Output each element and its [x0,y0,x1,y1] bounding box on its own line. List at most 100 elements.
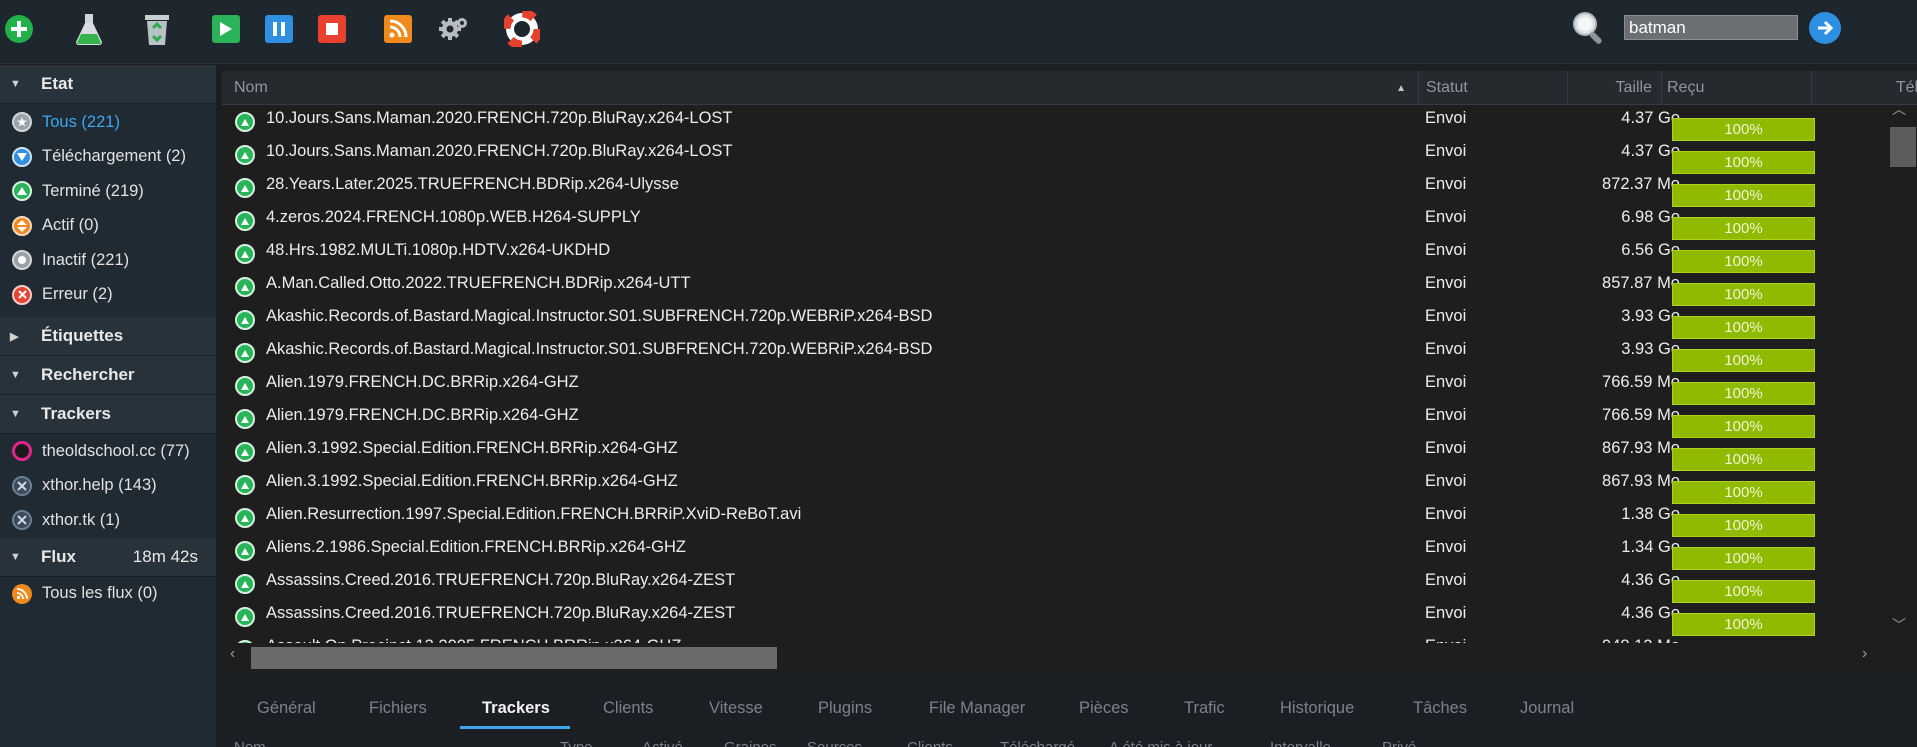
sidebar-item-complete[interactable]: Terminé (219) [0,174,216,209]
start-button[interactable] [207,10,245,48]
add-torrent-button[interactable] [0,10,38,48]
torrent-size: 872.37 Mo [1602,175,1680,193]
torrent-status: Envoi [1425,505,1467,523]
plus-circle-icon [5,15,33,43]
trackers-column-name[interactable]: Nom [234,739,266,747]
trackers-column-type[interactable]: Type [560,739,593,747]
table-row[interactable]: Alien.3.1992.Special.Edition.FRENCH.BRRi… [222,435,1880,471]
scroll-up-icon[interactable]: ︿ [1892,99,1906,119]
scroll-right-icon[interactable]: › [1862,645,1867,663]
complete-icon [12,181,32,202]
trackers-column-downloaded[interactable]: Téléchargé [1000,739,1075,747]
create-torrent-button[interactable] [70,10,108,48]
sidebar-item-error[interactable]: Erreur (2) [0,278,216,313]
sidebar-item-label: Actif (0) [42,216,99,235]
tab-tasks[interactable]: Tâches [1413,699,1467,718]
table-row[interactable]: A.Man.Called.Otto.2022.TRUEFRENCH.BDRip.… [222,270,1880,306]
vertical-scroll-thumb[interactable] [1890,127,1916,167]
sidebar-header-trackers[interactable]: ▼ Trackers [0,395,216,434]
torrent-status: Envoi [1425,472,1467,490]
sidebar-item-all-feeds[interactable]: Tous les flux (0) [0,577,216,612]
column-header-size[interactable]: Taille [1568,71,1662,105]
table-row[interactable]: 28.Years.Later.2025.TRUEFRENCH.BDRip.x26… [222,171,1880,207]
stop-button[interactable] [313,10,351,48]
table-row[interactable]: Alien.3.1992.Special.Edition.FRENCH.BRRi… [222,468,1880,504]
table-row[interactable]: Alien.Resurrection.1997.Special.Edition.… [222,501,1880,537]
table-row[interactable]: 10.Jours.Sans.Maman.2020.FRENCH.720p.Blu… [222,105,1880,141]
flask-icon [76,14,102,45]
tab-general[interactable]: Général [257,699,316,718]
settings-button[interactable] [435,10,473,48]
tab-file-manager[interactable]: File Manager [929,699,1025,718]
trackers-column-private[interactable]: Privé [1382,739,1416,747]
tab-history[interactable]: Historique [1280,699,1354,718]
sidebar-header-etat[interactable]: ▼ Etat [0,65,216,104]
trackers-column-updated[interactable]: A été mis à jour [1109,739,1212,747]
help-button[interactable] [503,10,541,48]
tab-trackers[interactable]: Trackers [482,699,550,718]
sidebar-item-tracker[interactable]: theoldschool.cc (77) [0,434,216,469]
column-header-received[interactable]: Reçu [1662,71,1812,105]
column-header-name[interactable]: Nom ▲ [222,71,1419,105]
scroll-left-icon[interactable]: ‹ [230,645,235,663]
table-row[interactable]: 4.zeros.2024.FRENCH.1080p.WEB.H264-SUPPL… [222,204,1880,240]
trackers-column-seeds[interactable]: Graines [724,739,777,747]
search-submit-button[interactable] [1809,12,1841,44]
column-header-status[interactable]: Statut [1419,71,1568,105]
remove-torrent-button[interactable] [138,10,176,48]
table-row[interactable]: Alien.1979.FRENCH.DC.BRRip.x264-GHZ Envoi… [222,402,1880,438]
caret-right-icon: ▶ [10,330,19,343]
details-tabs: Général Fichiers Trackers Clients Vitess… [222,684,1917,747]
trackers-column-interval[interactable]: Intervalle [1270,739,1331,747]
torrent-status: Envoi [1425,175,1467,193]
search-input[interactable] [1624,15,1798,40]
vertical-scrollbar[interactable]: ︿ ﹀ [1880,101,1917,639]
sidebar-header-label: Rechercher [41,365,135,384]
trackers-column-enabled[interactable]: Activé [642,739,683,747]
torrent-name: 28.Years.Later.2025.TRUEFRENCH.BDRip.x26… [266,175,679,193]
table-row[interactable]: Akashic.Records.of.Bastard.Magical.Instr… [222,303,1880,339]
table-row[interactable]: Alien.1979.FRENCH.DC.BRRip.x264-GHZ Envoi… [222,369,1880,405]
sidebar-header-rechercher[interactable]: ▼ Rechercher [0,356,216,395]
arrow-right-icon [1818,20,1834,36]
horizontal-scroll-thumb[interactable] [251,647,777,669]
torrent-name: Akashic.Records.of.Bastard.Magical.Instr… [266,340,933,358]
tab-traffic[interactable]: Trafic [1184,699,1225,718]
sidebar-item-all[interactable]: Tous (221) [0,105,216,140]
horizontal-scrollbar[interactable]: ‹ › [222,643,1880,669]
table-row[interactable]: 10.Jours.Sans.Maman.2020.FRENCH.720p.Blu… [222,138,1880,174]
tab-pieces[interactable]: Pièces [1079,699,1129,718]
sidebar-item-active[interactable]: Actif (0) [0,209,216,244]
trackers-column-peers[interactable]: Sources [807,739,862,747]
table-row[interactable]: Aliens.2.1986.Special.Edition.FRENCH.BRR… [222,534,1880,570]
rss-button[interactable] [379,10,417,48]
sidebar-item-label: Erreur (2) [42,285,113,304]
sidebar-item-downloading[interactable]: Téléchargement (2) [0,140,216,175]
scroll-down-icon[interactable]: ﹀ [1892,615,1906,635]
torrent-status: Envoi [1425,208,1467,226]
table-row[interactable]: 48.Hrs.1982.MULTi.1080p.HDTV.x264-UKDHD E… [222,237,1880,273]
torrent-size: 766.59 Mo [1602,373,1680,391]
sidebar-header-etiquettes[interactable]: ▶ Étiquettes [0,317,216,356]
torrent-name: 48.Hrs.1982.MULTi.1080p.HDTV.x264-UKDHD [266,241,611,259]
tab-speed[interactable]: Vitesse [709,699,763,718]
active-icon [12,215,32,236]
table-row[interactable]: Akashic.Records.of.Bastard.Magical.Instr… [222,336,1880,372]
sidebar-item-tracker[interactable]: xthor.tk (1) [0,503,216,538]
pause-button[interactable] [260,10,298,48]
tab-log[interactable]: Journal [1520,699,1574,718]
sidebar-item-tracker[interactable]: xthor.help (143) [0,469,216,504]
search-icon [1571,10,1607,51]
table-row[interactable]: Assassins.Creed.2016.TRUEFRENCH.720p.Blu… [222,567,1880,603]
seeding-icon [235,244,255,264]
tab-files[interactable]: Fichiers [369,699,427,718]
torrent-size: 1.38 Go [1621,505,1680,523]
toolbar [0,0,1917,64]
seeding-icon [235,310,255,330]
trackers-column-clients[interactable]: Clients [907,739,953,747]
table-row[interactable]: Assassins.Creed.2016.TRUEFRENCH.720p.Blu… [222,600,1880,636]
sidebar-header-flux[interactable]: ▼ Flux 18m 42s [0,537,216,577]
tab-plugins[interactable]: Plugins [818,699,872,718]
tab-clients[interactable]: Clients [603,699,653,718]
sidebar-item-inactive[interactable]: Inactif (221) [0,243,216,278]
